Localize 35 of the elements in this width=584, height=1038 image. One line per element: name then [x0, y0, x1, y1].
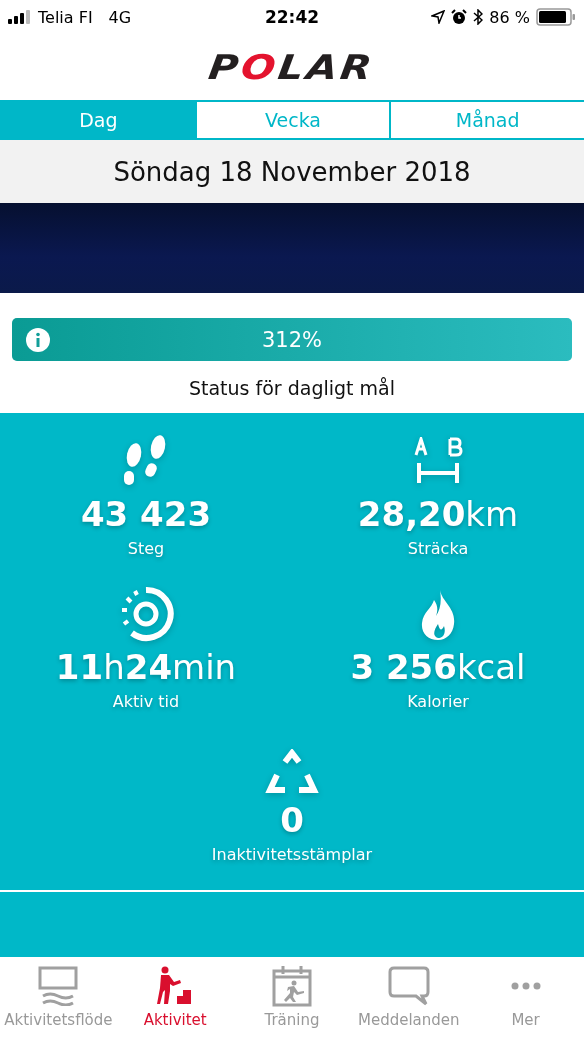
calendar-runner-icon: [272, 965, 312, 1007]
nav-tab[interactable]: Träning: [233, 957, 351, 1033]
stat-label: Steg: [127, 539, 165, 558]
stat-value: 28,20km: [357, 493, 519, 535]
network-type: 4G: [108, 7, 132, 27]
date-header: Söndag 18 November 2018: [0, 140, 584, 203]
battery-percent: 86 %: [489, 7, 530, 27]
stat-value: 43 423: [80, 493, 212, 535]
nav-tab[interactable]: Mer: [467, 957, 584, 1033]
polar-logo: POLAR: [206, 47, 378, 87]
nav-tab[interactable]: Aktivitetsflöde: [0, 957, 117, 1033]
more-icon: [509, 981, 542, 991]
stat-label: Aktiv tid: [112, 692, 180, 711]
bluetooth-icon: [473, 9, 484, 25]
speech-bubble-icon: [387, 966, 430, 1006]
info-icon[interactable]: [26, 328, 50, 352]
alarm-icon: [451, 9, 468, 25]
signal-icon: [8, 10, 32, 24]
nav-tab[interactable]: Meddelanden: [350, 957, 468, 1033]
screen-waves-icon: [38, 966, 79, 1006]
carrier-name: Telia FI: [38, 7, 93, 27]
battery-icon: [536, 8, 576, 26]
period-tab[interactable]: Dag: [0, 102, 195, 138]
stat-value: 0: [280, 799, 304, 841]
stat-label: Inaktivitetsstämplar: [211, 845, 373, 864]
location-icon: [431, 10, 446, 24]
clock-time: 22:42: [264, 7, 320, 27]
triangle-icon: [265, 749, 319, 795]
nav-tab[interactable]: Aktivitet: [116, 957, 234, 1033]
stat-label: Kalorier: [407, 692, 469, 711]
stat-label: Sträcka: [407, 539, 469, 558]
stat-value: 3 256kcal: [350, 646, 526, 688]
goal-percentage: 312%: [261, 327, 322, 352]
stat-value: 11h24min: [55, 646, 237, 688]
goal-status-label: Status för dagligt mål: [188, 377, 396, 399]
